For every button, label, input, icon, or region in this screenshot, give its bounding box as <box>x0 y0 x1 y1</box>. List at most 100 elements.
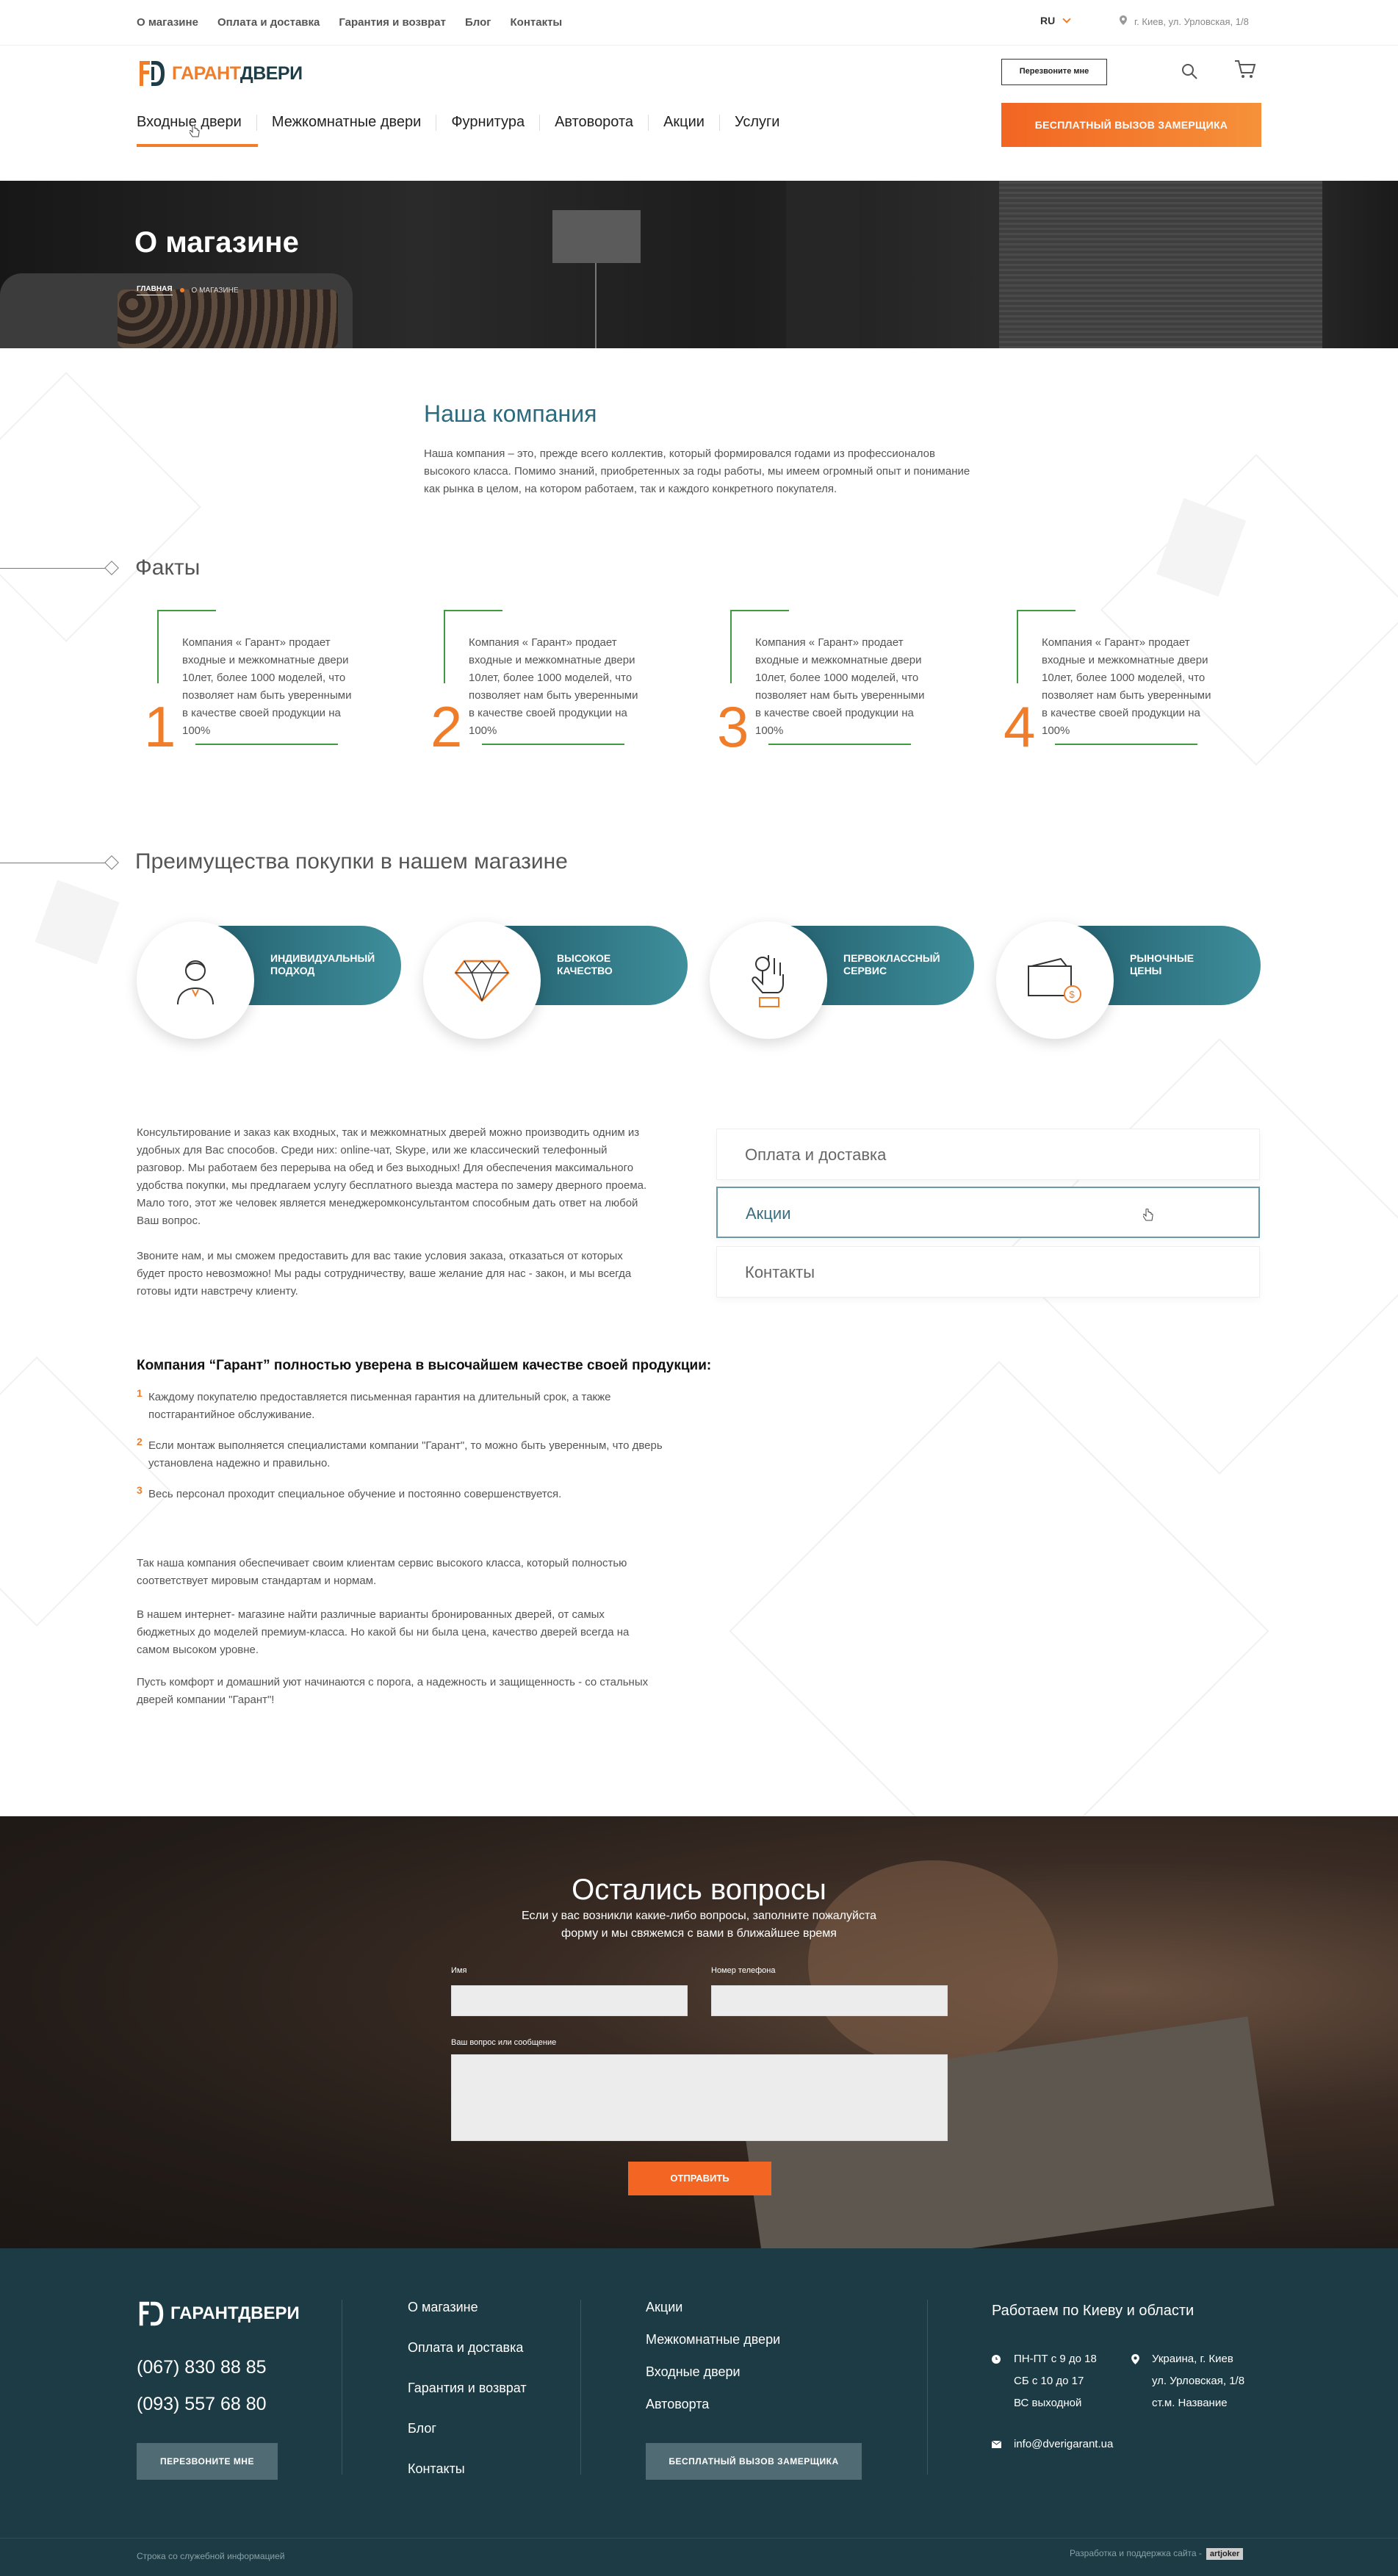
top-link-contacts[interactable]: Контакты <box>511 16 563 29</box>
breadcrumb-separator <box>179 288 184 292</box>
footer-logo[interactable]: ГАРАНТДВЕРИ <box>137 2298 300 2329</box>
language-select[interactable]: RU <box>1040 15 1071 26</box>
fact-number: 3 <box>717 694 749 759</box>
top-link-guarantee[interactable]: Гарантия и возврат <box>339 16 446 29</box>
company-title: Наша компания <box>424 400 597 427</box>
advantage-label-line1: ПЕРВОКЛАССНЫЙ <box>843 952 940 964</box>
page: О магазине Оплата и доставка Гарантия и … <box>0 0 1398 2576</box>
fact-card: Компания « Гарант» продает входные и меж… <box>710 608 930 759</box>
section-line <box>0 568 109 569</box>
fact-underline <box>195 744 338 745</box>
footer-link-interior-doors[interactable]: Межкомнатные двери <box>646 2332 780 2347</box>
top-link-about[interactable]: О магазине <box>137 16 198 29</box>
ok-hand-icon <box>710 921 827 1039</box>
footer-link-entrance-doors[interactable]: Входные двери <box>646 2364 741 2380</box>
fact-text: Компания « Гарант» продает входные и меж… <box>469 636 638 737</box>
breadcrumb-home[interactable]: ГЛАВНАЯ <box>137 285 173 295</box>
location-pin-icon <box>1120 15 1127 27</box>
advantage-label: ВЫСОКОЕ КАЧЕСТВО <box>557 952 613 977</box>
footer-link-blog[interactable]: Блог <box>408 2421 436 2436</box>
nav-promotions[interactable]: Акции <box>649 114 719 131</box>
hours-line: ПН-ПТ с 9 до 18 <box>1014 2353 1097 2365</box>
tab-contacts[interactable]: Контакты <box>716 1246 1260 1298</box>
hero-banner: О магазине ГЛАВНАЯ О МАГАЗИНЕ <box>0 181 1398 348</box>
phone-label: Номер телефона <box>711 1966 776 1975</box>
top-link-blog[interactable]: Блог <box>465 16 491 29</box>
footer-service-line: Строка со служебной информацией <box>137 2551 285 2561</box>
name-field[interactable] <box>451 1985 688 2016</box>
nav-hardware[interactable]: Фурнитура <box>436 114 539 131</box>
logo-mark-icon <box>139 2301 164 2326</box>
list-text: Весь персонал проходит специальное обуче… <box>148 1488 562 1500</box>
footer-link-guarantee[interactable]: Гарантия и возврат <box>408 2381 527 2396</box>
footer-region-title: Работаем по Киеву и области <box>992 2303 1195 2319</box>
breadcrumb: ГЛАВНАЯ О МАГАЗИНЕ <box>137 285 239 295</box>
advantage-label-line2: ЦЕНЫ <box>1130 965 1162 976</box>
footer-phone-2[interactable]: (093) 557 68 80 <box>137 2394 267 2415</box>
search-icon[interactable] <box>1181 62 1198 84</box>
phone-field[interactable] <box>711 1985 948 2016</box>
footer-free-measurer-button[interactable]: БЕСПЛАТНЫЙ ВЫЗОВ ЗАМЕРЩИКА <box>646 2443 862 2480</box>
advantage-label-line1: РЫНОЧНЫЕ <box>1130 952 1195 964</box>
footer-email-row[interactable]: info@dverigarant.ua <box>992 2433 1113 2456</box>
hours-line: СБ с 10 до 17 <box>1014 2375 1084 2387</box>
advantage-label: ИНДИВИДУАЛЬНЫЙ ПОДХОД <box>270 952 375 977</box>
footer-link-autogates[interactable]: Автоворта <box>646 2397 709 2412</box>
person-icon <box>137 921 254 1039</box>
diamond-icon <box>423 921 541 1039</box>
logo-text-1: ГАРАНТ <box>172 62 240 84</box>
free-measurer-button[interactable]: БЕСПЛАТНЫЙ ВЫЗОВ ЗАМЕРЩИКА <box>1001 103 1261 147</box>
tab-promotions[interactable]: Акции <box>716 1187 1260 1238</box>
advantages-title: Преимущества покупки в нашем магазине <box>135 849 568 874</box>
footer-logo-text-2: ДВЕРИ <box>238 2303 300 2323</box>
questions-title: Остались вопросы <box>572 1874 826 1906</box>
fact-card: Компания « Гарант» продает входные и меж… <box>996 608 1217 759</box>
fact-number: 4 <box>1004 694 1036 759</box>
breadcrumb-current: О МАГАЗИНЕ <box>191 286 239 295</box>
hero-lamp-leg <box>595 263 597 348</box>
top-link-payment[interactable]: Оплата и доставка <box>217 16 320 29</box>
list-item: 1 Каждому покупателю предоставляется пись… <box>137 1387 695 1424</box>
message-field[interactable] <box>451 2054 948 2141</box>
logo-text-2: ДВЕРИ <box>239 62 303 84</box>
send-button[interactable]: ОТПРАВИТЬ <box>628 2162 771 2195</box>
footer-email[interactable]: info@dverigarant.ua <box>992 2438 1113 2450</box>
nav-services[interactable]: Услуги <box>720 114 795 131</box>
bg-decor <box>0 372 201 642</box>
tab-payment-delivery[interactable]: Оплата и доставка <box>716 1129 1260 1180</box>
mail-icon <box>992 2441 1001 2448</box>
footer-developer: Разработка и поддержка сайта - artjoker <box>1070 2548 1244 2560</box>
footer-divider <box>580 2300 581 2475</box>
cart-icon[interactable] <box>1234 59 1256 83</box>
footer-phone-1[interactable]: (067) 830 88 85 <box>137 2357 267 2378</box>
hero-pillow <box>118 289 338 348</box>
section-diamond-icon <box>104 855 119 870</box>
fact-number: 1 <box>144 694 176 759</box>
advantage-label-line1: ИНДИВИДУАЛЬНЫЙ <box>270 952 375 964</box>
footer-divider <box>927 2300 928 2475</box>
fact-card: Компания « Гарант» продает входные и меж… <box>423 608 644 759</box>
list-text: Каждому покупателю предоставляется письм… <box>148 1391 611 1421</box>
advantage-card: ИНДИВИДУАЛЬНЫЙ ПОДХОД <box>137 921 401 1039</box>
footer-link-about[interactable]: О магазине <box>408 2300 478 2315</box>
hero-door <box>999 181 1322 348</box>
footer-link-contacts[interactable]: Контакты <box>408 2461 465 2477</box>
nav-autogates[interactable]: Автоворота <box>540 114 648 131</box>
logo[interactable]: ГАРАНТДВЕРИ <box>137 57 303 90</box>
address-line: ст.м. Название <box>1152 2397 1228 2409</box>
quality-heading: Компания “Гарант” полностью уверена в вы… <box>137 1358 712 1373</box>
callback-button[interactable]: Перезвоните мне <box>1001 59 1107 85</box>
advantage-card: ПЕРВОКЛАССНЫЙ СЕРВИС <box>710 921 974 1039</box>
footer-link-payment[interactable]: Оплата и доставка <box>408 2340 523 2356</box>
nav-interior-doors[interactable]: Межкомнатные двери <box>257 114 436 131</box>
svg-text:$: $ <box>1070 989 1075 1000</box>
footer-address: Украина, г. Киев ул. Урловская, 1/8 ст.м. … <box>1131 2348 1244 2414</box>
developer-badge[interactable]: artjoker <box>1206 2548 1244 2560</box>
list-number: 3 <box>137 1484 143 1496</box>
footer-link-promotions[interactable]: Акции <box>646 2300 682 2315</box>
footer-callback-button[interactable]: ПЕРЕЗВОНИТЕ МНЕ <box>137 2443 278 2480</box>
info-paragraph: Пусть комфорт и домашний уют начинаются … <box>137 1676 649 1706</box>
developer-text: Разработка и поддержка сайта - <box>1070 2548 1202 2558</box>
chevron-down-icon <box>1062 15 1071 24</box>
fact-underline <box>482 744 624 745</box>
